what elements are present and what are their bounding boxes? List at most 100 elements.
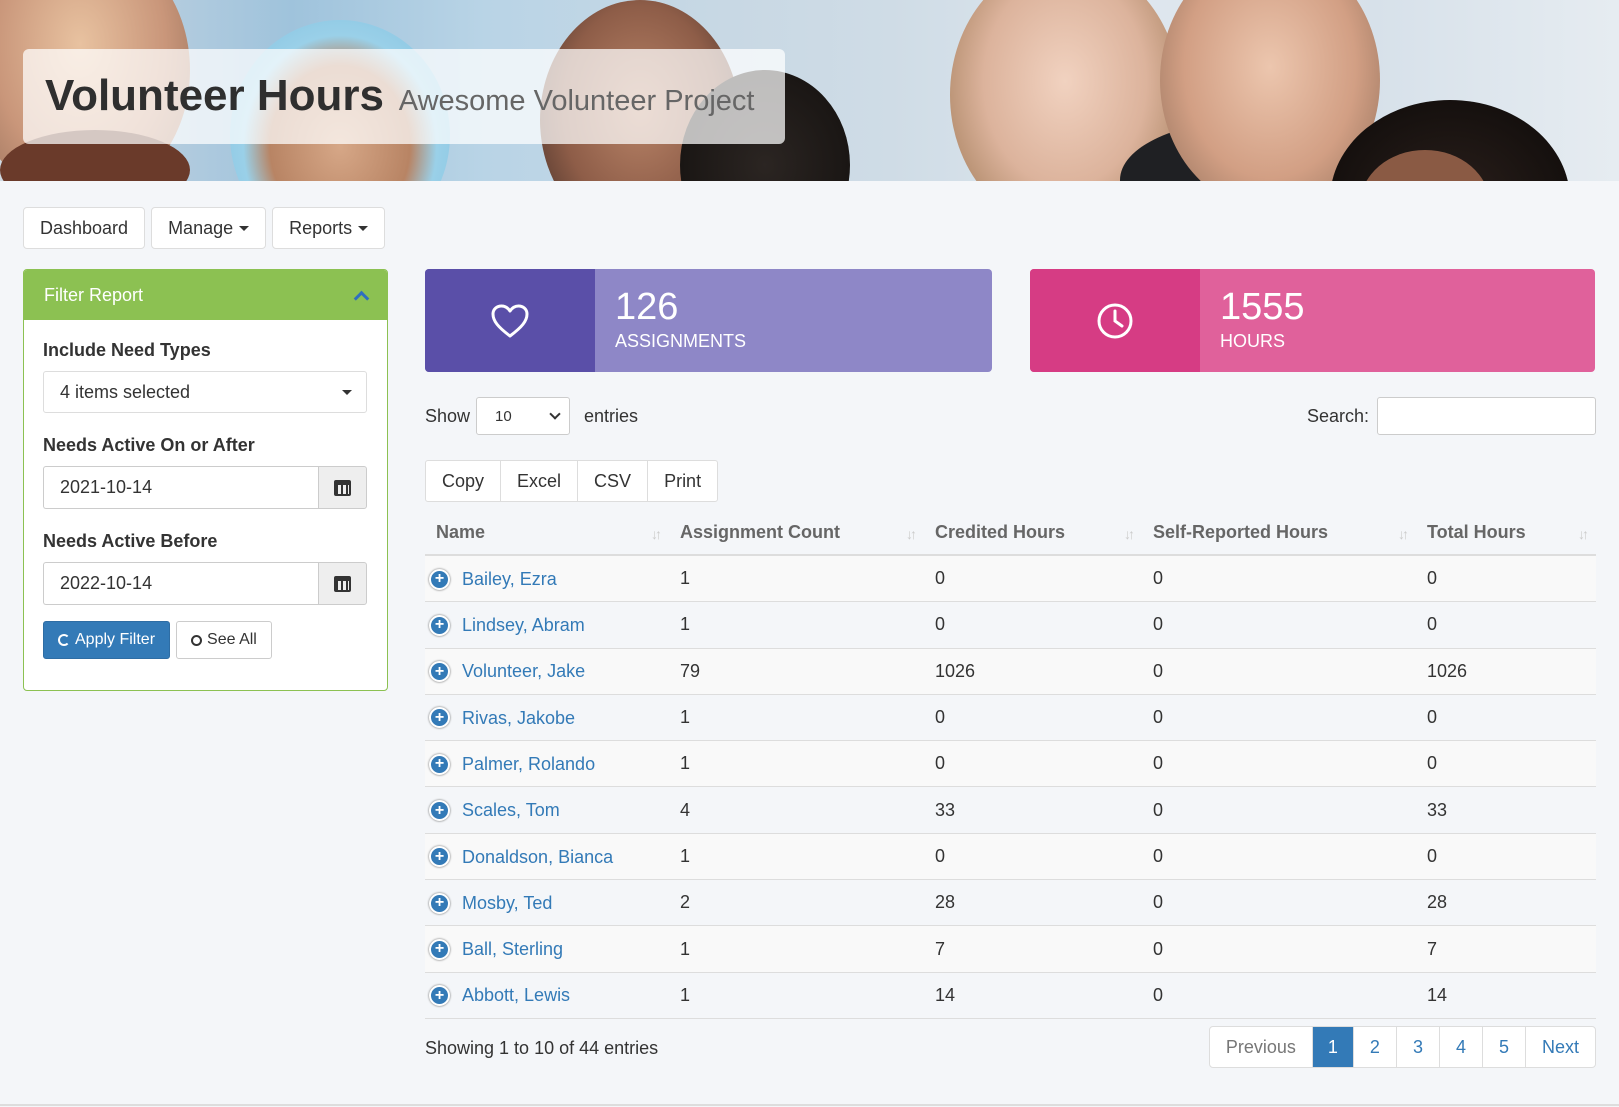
heart-icon	[491, 304, 529, 337]
volunteer-name-link[interactable]: Abbott, Lewis	[462, 985, 570, 1005]
caret-down-icon	[358, 225, 369, 231]
cell-name: + Palmer, Rolando	[425, 753, 669, 775]
sort-icon: ↓↑	[906, 526, 917, 542]
need-types-label: Include Need Types	[43, 340, 211, 360]
active-before-input[interactable]: 2022-10-14	[43, 562, 318, 605]
column-header-total-hours[interactable]: Total Hours ↓↑	[1416, 510, 1596, 554]
volunteer-name-link[interactable]: Volunteer, Jake	[462, 661, 585, 681]
volunteer-name-link[interactable]: Bailey, Ezra	[462, 569, 557, 589]
cell-total-hours: 33	[1427, 799, 1448, 820]
calendar-icon	[334, 575, 351, 592]
assignments-label: ASSIGNMENTS	[615, 331, 747, 351]
filter-report-panel: Filter Report Include Need Types 4 items…	[23, 269, 388, 691]
column-header-self-reported-hours[interactable]: Self-Reported Hours ↓↑	[1142, 510, 1416, 554]
page-button-5[interactable]: 5	[1483, 1027, 1526, 1067]
nav-manage-dropdown[interactable]: Manage	[151, 207, 267, 249]
cell-name: + Abbott, Lewis	[425, 984, 669, 1007]
column-header-assignment-count[interactable]: Assignment Count ↓↑	[669, 510, 924, 554]
nav-reports-dropdown[interactable]: Reports	[272, 207, 386, 249]
table-row: + Palmer, Rolando 1 0 0 0	[425, 741, 1596, 788]
cell-self-reported-hours: 0	[1153, 938, 1164, 959]
chevron-up-icon[interactable]	[353, 290, 370, 306]
banner-title-card: Volunteer Hours Awesome Volunteer Projec…	[23, 49, 785, 144]
page-button-1[interactable]: 1	[1312, 1027, 1354, 1067]
cell-credited-hours: 7	[935, 938, 946, 959]
cell-name: + Volunteer, Jake	[425, 660, 669, 683]
pagination: Previous 1 2 3 4 5 Next	[1208, 1026, 1596, 1068]
expand-row-icon[interactable]: +	[429, 800, 450, 821]
filter-panel-header[interactable]: Filter Report	[24, 270, 387, 320]
page-length-value: 10	[495, 407, 512, 425]
chevron-down-icon	[549, 408, 561, 420]
expand-row-icon[interactable]: +	[429, 938, 450, 960]
page-button-4[interactable]: 4	[1440, 1027, 1483, 1067]
column-header-name[interactable]: Name ↓↑	[425, 510, 669, 554]
header-banner: Volunteer Hours Awesome Volunteer Projec…	[0, 0, 1619, 181]
nav-dashboard-button[interactable]: Dashboard	[23, 207, 146, 249]
sort-icon: ↓↑	[1398, 526, 1409, 542]
expand-row-icon[interactable]: +	[429, 707, 450, 729]
expand-row-icon[interactable]: +	[429, 614, 450, 636]
expand-row-icon[interactable]: +	[429, 846, 450, 868]
print-button[interactable]: Print	[648, 461, 717, 501]
cell-assignment-count: 2	[680, 892, 691, 913]
page-length-select[interactable]: 10	[476, 397, 571, 435]
cell-credited-hours: 0	[935, 845, 946, 866]
expand-row-icon[interactable]: +	[429, 892, 450, 914]
active-after-input[interactable]: 2021-10-14	[43, 466, 318, 509]
expand-row-icon[interactable]: +	[429, 661, 450, 683]
cell-self-reported-hours: 0	[1153, 892, 1164, 913]
hours-count: 1555	[1220, 286, 1305, 328]
apply-filter-button[interactable]: Apply Filter	[43, 621, 171, 659]
sort-icon: ↓↑	[651, 526, 662, 542]
search-input[interactable]	[1377, 397, 1596, 435]
cell-credited-hours: 14	[935, 984, 956, 1005]
see-all-button[interactable]: See All	[176, 621, 272, 659]
expand-row-icon[interactable]: +	[429, 985, 450, 1007]
hours-stat-card: 1555 HOURS	[1030, 269, 1595, 372]
search-label: Search:	[1306, 405, 1369, 426]
volunteer-name-link[interactable]: Palmer, Rolando	[462, 754, 595, 774]
table-row: + Rivas, Jakobe 1 0 0 0	[425, 695, 1596, 742]
volunteer-name-link[interactable]: Rivas, Jakobe	[462, 707, 575, 727]
excel-button[interactable]: Excel	[501, 461, 579, 501]
active-after-calendar-button[interactable]	[318, 466, 367, 509]
volunteer-name-link[interactable]: Ball, Sterling	[462, 939, 563, 959]
footer-divider	[0, 1104, 1619, 1106]
page-button-2[interactable]: 2	[1354, 1027, 1397, 1067]
next-page-button[interactable]: Next	[1526, 1027, 1595, 1067]
column-header-label: Self-Reported Hours	[1153, 521, 1329, 542]
expand-row-icon[interactable]: +	[429, 568, 450, 590]
cell-assignment-count: 1	[680, 614, 691, 635]
cell-assignment-count: 4	[680, 799, 691, 820]
assignments-stat-text: 126 ASSIGNMENTS	[595, 269, 746, 372]
cell-name: + Rivas, Jakobe	[425, 707, 669, 729]
csv-button[interactable]: CSV	[578, 461, 649, 501]
volunteer-name-link[interactable]: Mosby, Ted	[462, 893, 552, 913]
volunteer-name-link[interactable]: Scales, Tom	[462, 800, 560, 820]
copy-button[interactable]: Copy	[426, 461, 502, 501]
previous-page-button[interactable]: Previous	[1210, 1027, 1313, 1067]
table-row: + Donaldson, Bianca 1 0 0 0	[425, 833, 1596, 881]
page-button-3[interactable]: 3	[1397, 1027, 1440, 1067]
cell-self-reported-hours: 0	[1153, 753, 1164, 774]
cell-credited-hours: 0	[935, 753, 946, 774]
volunteer-name-link[interactable]: Lindsey, Abram	[462, 615, 585, 635]
need-types-multiselect[interactable]: 4 items selected	[43, 371, 367, 413]
nav-dashboard-label: Dashboard	[40, 217, 129, 238]
cell-total-hours: 0	[1427, 707, 1438, 728]
active-before-calendar-button[interactable]	[318, 562, 367, 605]
column-header-credited-hours[interactable]: Credited Hours ↓↑	[924, 510, 1142, 554]
table-row: + Abbott, Lewis 1 14 0 14	[425, 973, 1596, 1019]
show-label: Show	[425, 405, 471, 426]
cell-total-hours: 7	[1427, 938, 1438, 959]
page-length-control: Show 10 entries	[425, 397, 638, 435]
cell-credited-hours: 0	[935, 707, 946, 728]
expand-row-icon[interactable]: +	[429, 753, 450, 775]
active-after-label: Needs Active On or After	[43, 435, 255, 455]
volunteer-hours-table: Name ↓↑ Assignment Count ↓↑ Credited Hours…	[425, 510, 1596, 1019]
volunteer-name-link[interactable]: Donaldson, Bianca	[462, 846, 613, 866]
cell-total-hours: 0	[1427, 845, 1438, 866]
active-before-label: Needs Active Before	[43, 531, 218, 551]
see-all-label: See All	[207, 631, 257, 648]
